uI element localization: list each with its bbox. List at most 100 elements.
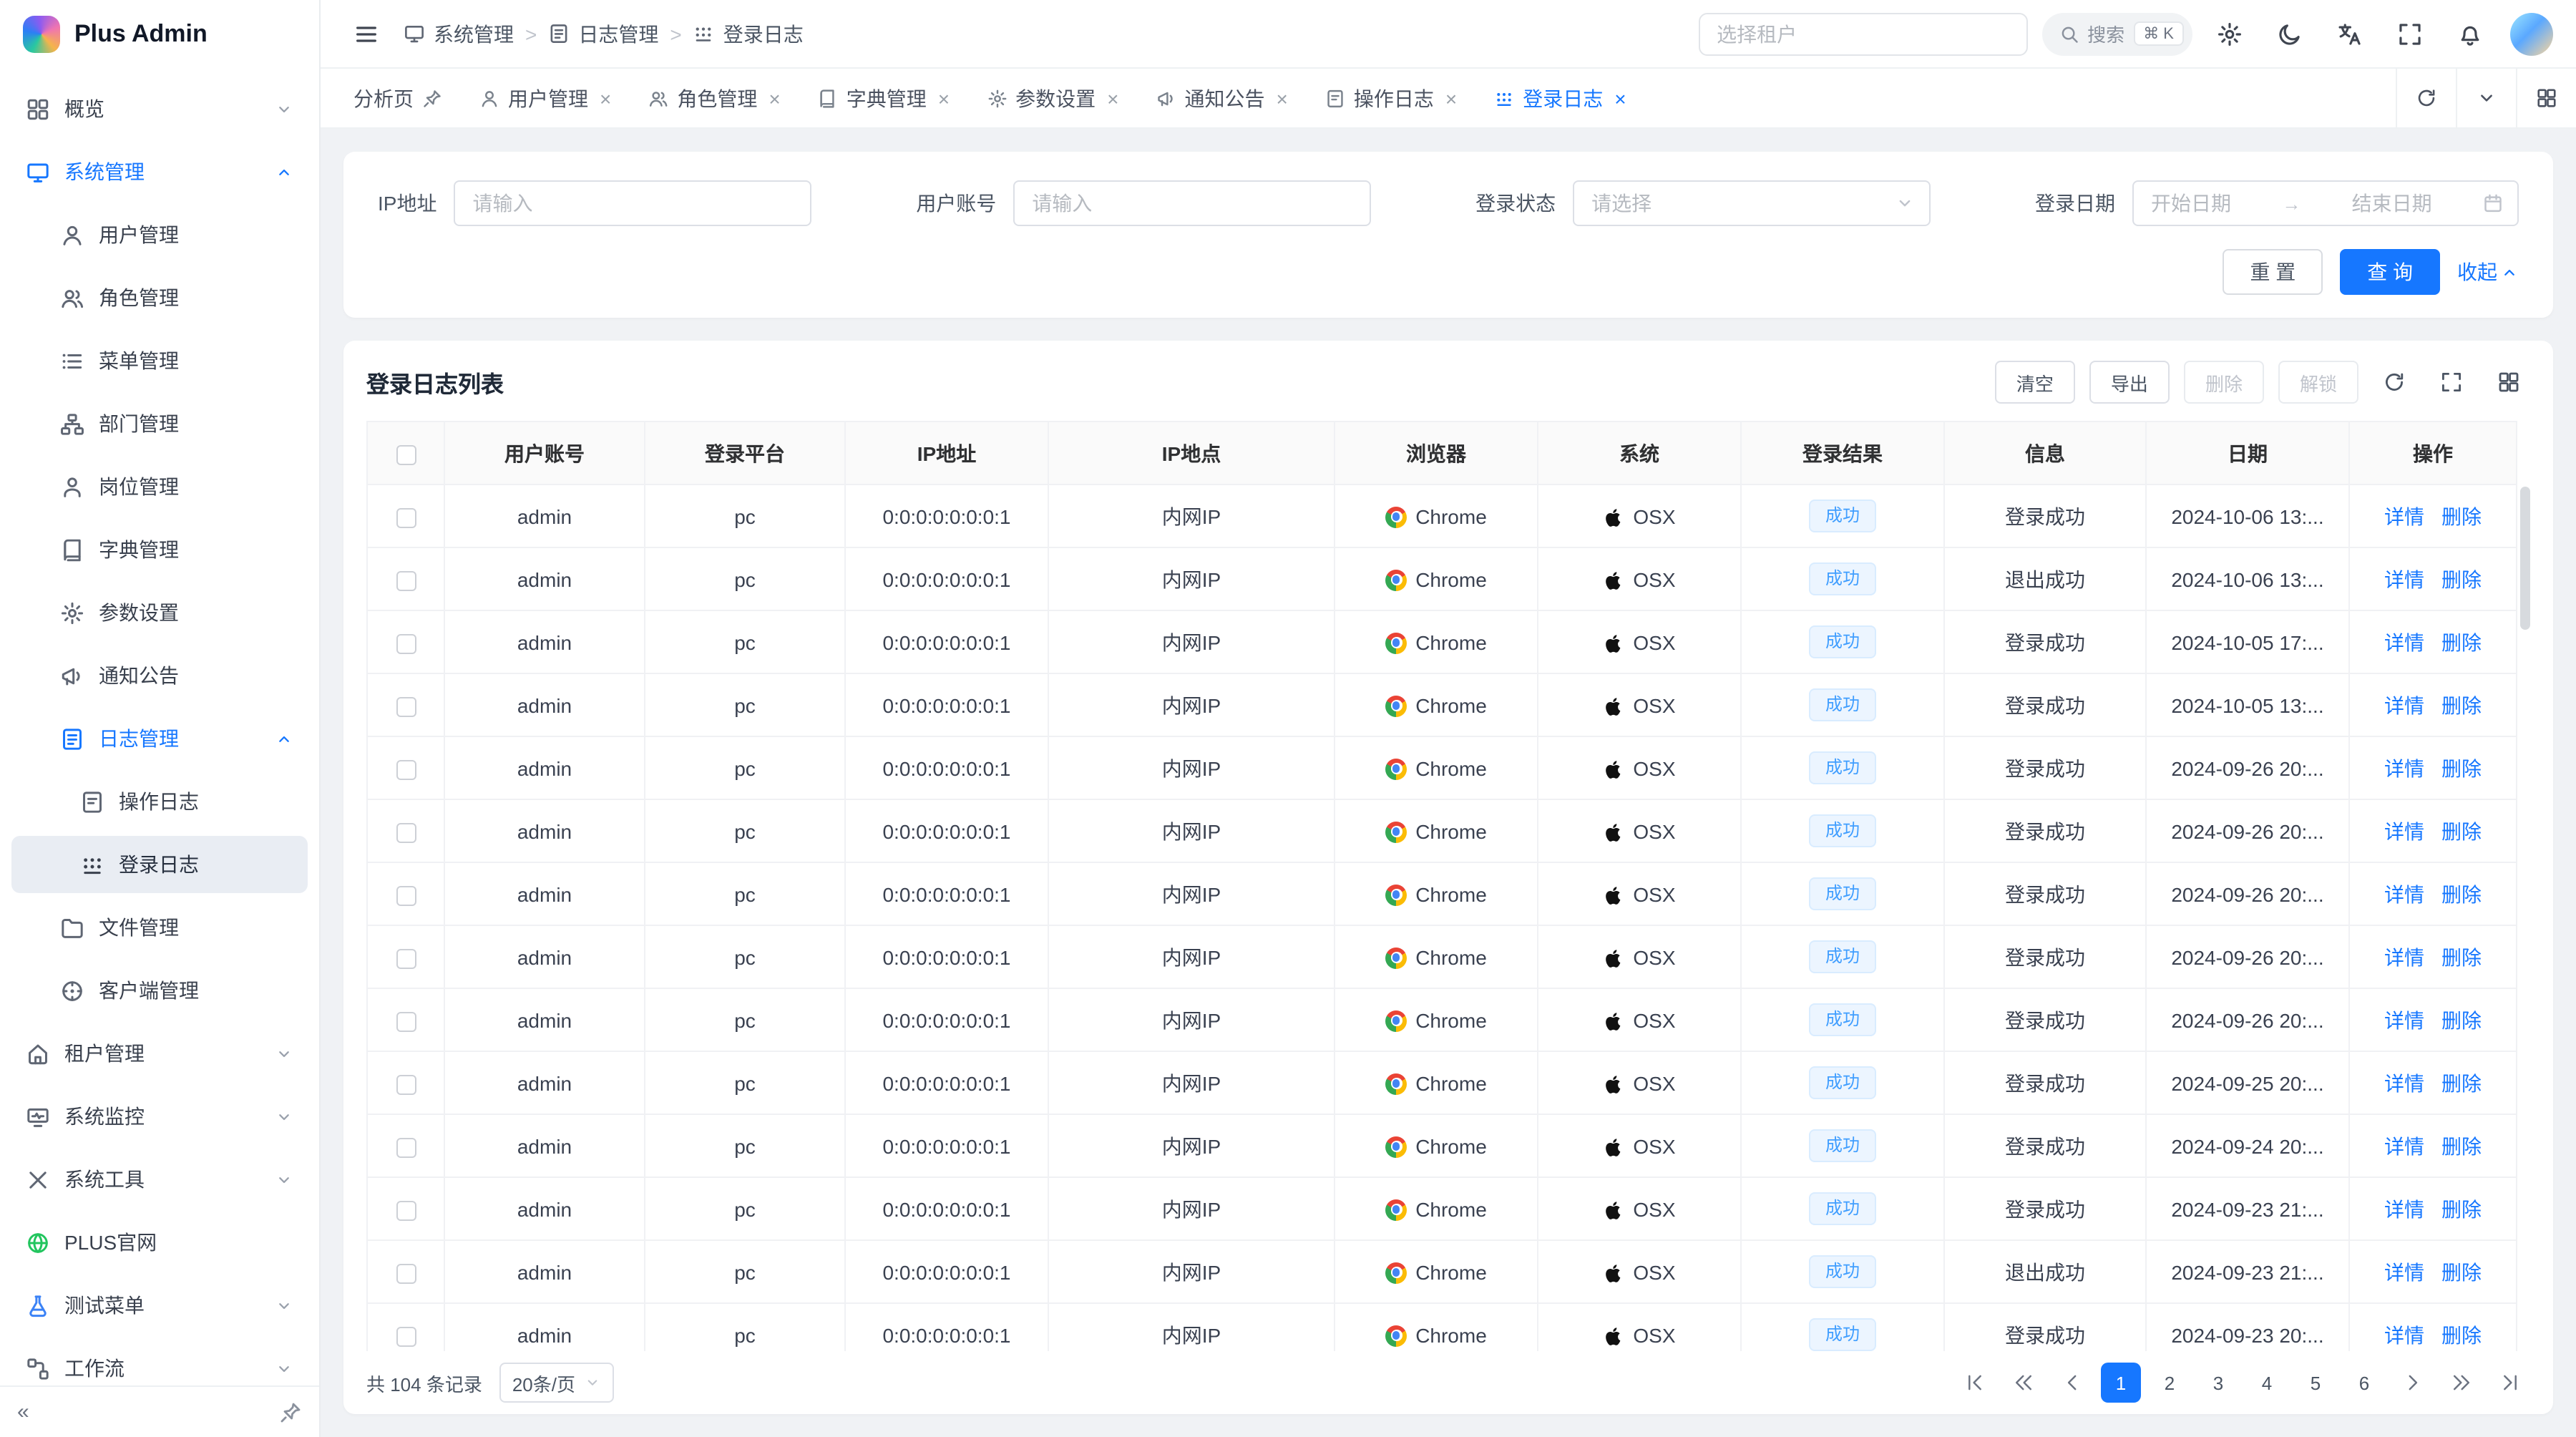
row-checkbox[interactable] bbox=[396, 885, 416, 905]
row-checkbox[interactable] bbox=[396, 1263, 416, 1283]
table-refresh-button[interactable] bbox=[2373, 361, 2416, 404]
tab-close-icon[interactable]: × bbox=[1277, 88, 1288, 108]
pager-page-2[interactable]: 2 bbox=[2150, 1363, 2190, 1403]
sidebar-item-monitor[interactable]: 系统监控 bbox=[11, 1088, 308, 1145]
sidebar-item-file[interactable]: 文件管理 bbox=[11, 899, 308, 956]
sidebar-item-oplog[interactable]: 操作日志 bbox=[11, 773, 308, 830]
pager-page-1[interactable]: 1 bbox=[2101, 1363, 2141, 1403]
row-checkbox[interactable] bbox=[396, 570, 416, 590]
delete-link[interactable]: 删除 bbox=[2441, 1260, 2482, 1283]
detail-link[interactable]: 详情 bbox=[2384, 630, 2424, 653]
breadcrumb-item[interactable]: 日志管理 bbox=[548, 19, 658, 48]
sidebar-item-client[interactable]: 客户端管理 bbox=[11, 962, 308, 1019]
dark-mode-toggle[interactable] bbox=[2267, 11, 2313, 57]
tab-close-icon[interactable]: × bbox=[600, 88, 611, 108]
sidebar-item-post[interactable]: 岗位管理 bbox=[11, 458, 308, 515]
unlock-button[interactable]: 解锁 bbox=[2278, 361, 2358, 404]
column-settings-button[interactable] bbox=[2487, 361, 2530, 404]
sidebar-collapse-button[interactable]: « bbox=[17, 1400, 29, 1424]
detail-link[interactable]: 详情 bbox=[2384, 505, 2424, 527]
sidebar-pin-button[interactable] bbox=[279, 1401, 302, 1423]
row-checkbox[interactable] bbox=[396, 696, 416, 716]
delete-link[interactable]: 删除 bbox=[2441, 756, 2482, 779]
delete-link[interactable]: 删除 bbox=[2441, 630, 2482, 653]
language-switch-button[interactable] bbox=[2327, 11, 2373, 57]
delete-link[interactable]: 删除 bbox=[2441, 693, 2482, 716]
export-button[interactable]: 导出 bbox=[2089, 361, 2170, 404]
pager-last-button[interactable] bbox=[2490, 1363, 2530, 1403]
tab-param[interactable]: 参数设置× bbox=[968, 69, 1137, 127]
pager-next-button[interactable] bbox=[2393, 1363, 2433, 1403]
detail-link[interactable]: 详情 bbox=[2384, 882, 2424, 905]
row-checkbox[interactable] bbox=[396, 633, 416, 653]
row-checkbox[interactable] bbox=[396, 507, 416, 527]
tab-dict[interactable]: 字典管理× bbox=[799, 69, 968, 127]
global-search[interactable]: 搜索 ⌘ K bbox=[2041, 12, 2192, 55]
sidebar-item-dept[interactable]: 部门管理 bbox=[11, 395, 308, 452]
detail-link[interactable]: 详情 bbox=[2384, 945, 2424, 968]
notifications-button[interactable] bbox=[2447, 11, 2493, 57]
tab-close-icon[interactable]: × bbox=[769, 88, 780, 108]
tab-close-icon[interactable]: × bbox=[938, 88, 950, 108]
sidebar-item-test[interactable]: 测试菜单 bbox=[11, 1277, 308, 1334]
delete-link[interactable]: 删除 bbox=[2441, 1071, 2482, 1094]
breadcrumb-item[interactable]: 登录日志 bbox=[693, 19, 804, 48]
pager-next-group-button[interactable] bbox=[2441, 1363, 2482, 1403]
row-checkbox[interactable] bbox=[396, 1326, 416, 1346]
ip-address-input[interactable] bbox=[454, 180, 811, 226]
delete-link[interactable]: 删除 bbox=[2441, 1008, 2482, 1031]
clear-button[interactable]: 清空 bbox=[1995, 361, 2075, 404]
detail-link[interactable]: 详情 bbox=[2384, 756, 2424, 779]
row-checkbox[interactable] bbox=[396, 822, 416, 842]
pager-prev-button[interactable] bbox=[2052, 1363, 2092, 1403]
user-account-input[interactable] bbox=[1013, 180, 1371, 226]
detail-link[interactable]: 详情 bbox=[2384, 819, 2424, 842]
pager-first-button[interactable] bbox=[1955, 1363, 1995, 1403]
delete-link[interactable]: 删除 bbox=[2441, 505, 2482, 527]
delete-link[interactable]: 删除 bbox=[2441, 1197, 2482, 1220]
delete-link[interactable]: 删除 bbox=[2441, 1323, 2482, 1346]
tab-role[interactable]: 角色管理× bbox=[630, 69, 799, 127]
row-checkbox[interactable] bbox=[396, 948, 416, 968]
delete-link[interactable]: 删除 bbox=[2441, 819, 2482, 842]
detail-link[interactable]: 详情 bbox=[2384, 1134, 2424, 1157]
sidebar-item-user[interactable]: 用户管理 bbox=[11, 206, 308, 263]
detail-link[interactable]: 详情 bbox=[2384, 1260, 2424, 1283]
avatar[interactable] bbox=[2510, 12, 2553, 55]
row-checkbox[interactable] bbox=[396, 1011, 416, 1031]
tab-close-icon[interactable]: × bbox=[1107, 88, 1118, 108]
detail-link[interactable]: 详情 bbox=[2384, 1323, 2424, 1346]
settings-button[interactable] bbox=[2207, 11, 2253, 57]
table-fullscreen-button[interactable] bbox=[2430, 361, 2473, 404]
tenant-select-input[interactable] bbox=[1698, 12, 2027, 55]
sidebar-item-param[interactable]: 参数设置 bbox=[11, 584, 308, 641]
pager-page-4[interactable]: 4 bbox=[2247, 1363, 2287, 1403]
delete-link[interactable]: 删除 bbox=[2441, 945, 2482, 968]
delete-button[interactable]: 删除 bbox=[2184, 361, 2264, 404]
tab-user[interactable]: 用户管理× bbox=[461, 69, 630, 127]
sidebar-item-tools[interactable]: 系统工具 bbox=[11, 1151, 308, 1208]
row-checkbox[interactable] bbox=[396, 1137, 416, 1157]
sidebar-item-role[interactable]: 角色管理 bbox=[11, 269, 308, 326]
sidebar-item-loginlog[interactable]: 登录日志 bbox=[11, 836, 308, 893]
pager-page-6[interactable]: 6 bbox=[2344, 1363, 2384, 1403]
tabs-refresh-button[interactable] bbox=[2396, 69, 2456, 127]
app-logo[interactable]: Plus Admin bbox=[0, 0, 319, 69]
row-checkbox[interactable] bbox=[396, 759, 416, 779]
sidebar-item-system[interactable]: 系统管理 bbox=[11, 143, 308, 200]
detail-link[interactable]: 详情 bbox=[2384, 1071, 2424, 1094]
login-status-select[interactable]: 请选择 bbox=[1573, 180, 1931, 226]
page-size-select[interactable]: 20条/页 bbox=[499, 1363, 614, 1403]
sidebar-item-website[interactable]: PLUS官网 bbox=[11, 1214, 308, 1271]
row-checkbox[interactable] bbox=[396, 1200, 416, 1220]
delete-link[interactable]: 删除 bbox=[2441, 1134, 2482, 1157]
sidebar-item-tenant[interactable]: 租户管理 bbox=[11, 1025, 308, 1082]
delete-link[interactable]: 删除 bbox=[2441, 568, 2482, 590]
detail-link[interactable]: 详情 bbox=[2384, 693, 2424, 716]
collapse-filters-link[interactable]: 收起 bbox=[2457, 258, 2519, 286]
fullscreen-button[interactable] bbox=[2387, 11, 2433, 57]
select-all-checkbox[interactable] bbox=[396, 444, 416, 464]
tab-notice[interactable]: 通知公告× bbox=[1138, 69, 1307, 127]
sidebar-item-log[interactable]: 日志管理 bbox=[11, 710, 308, 767]
table-scrollbar[interactable] bbox=[2520, 487, 2530, 630]
